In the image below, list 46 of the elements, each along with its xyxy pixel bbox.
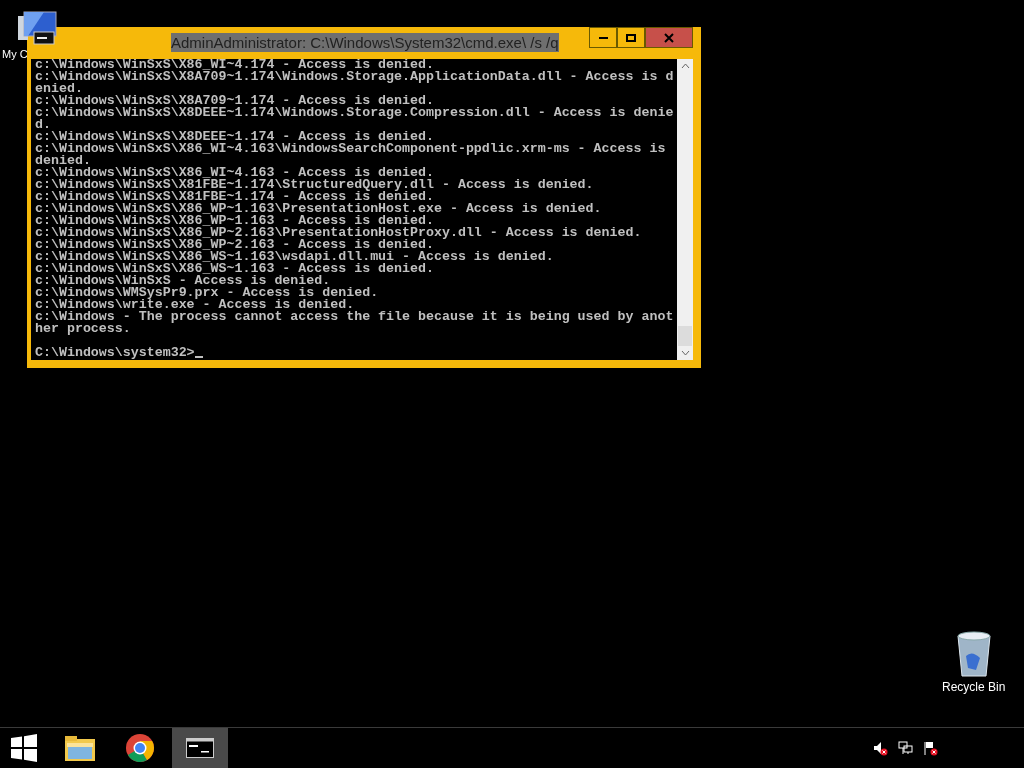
console-line: c:\Windows\WMSysPr9.prx - Access is denied. [35,287,380,299]
flag-icon[interactable] [923,740,938,756]
console-line: c:\Windows\WinSxS\X86_WP~2.163 - Access is denied. [35,239,434,251]
console-line: d. [35,119,51,131]
console-line: c:\Windows\WinSxS\X8A709~1.174 - Access is denied. [35,95,434,107]
scroll-thumb[interactable] [678,326,692,346]
taskbar-button[interactable] [172,728,228,768]
console-line: c:\Windows\WinSxS\X86_WS~1.163\wsdapi.dll.mui - Access is denied. [35,251,555,263]
console-line: c:\Windows\WinSxS\X86_WS~1.163 - Access is denied. [35,263,435,275]
minimize-button[interactable] [589,27,617,48]
command-prompt: C:\Windows\system32> [35,347,195,359]
network-icon[interactable] [898,740,913,756]
console-line: c:\Windows\WinSxS\X8DEEE~1.174 - Access is denied. [35,131,434,143]
console-line: c:\Windows\WinSxS\X86_WP~1.163\PresentationHost.exe - Access is denied. [35,203,603,215]
icon-label[interactable]: Recycle Bin [942,680,1006,694]
console-line: c:\Windows\WinSxS\X8A709~1.174\Windows.Storage.ApplicationData.dll - Access is d [35,71,675,83]
console-line: denied. [35,155,91,167]
console-line: c:\Windows\WinSxS\X81FBE~1.174 - Access is denied. [35,191,434,203]
minimize-icon [598,36,608,39]
console-line: c:\Windows\WinSxS\X86_WI~4.163\WindowsSearchComponent-ppdlic.xrm-ms - Access is [35,143,667,155]
console-line: c:\Windows\write.exe - Access is denied. [35,299,355,311]
console-line: c:\Windows - The process cannot access the file because it is being used by anot [35,311,675,323]
icon-label[interactable]: My C [2,48,28,60]
scroll-up-icon[interactable] [680,63,690,69]
console-line: c:\Windows\WinSxS\X86_WI~4.163 - Access is denied. [35,167,435,179]
close-button[interactable] [645,27,693,48]
close-icon [664,32,674,43]
console-line: c:\Windows\WinSxS\X86_WP~2.163\PresentationHostProxy.dll - Access is denied. [35,227,643,239]
console-line: c:\Windows\WinSxS\X81FBE~1.174\StructuredQuery.dll - Access is denied. [35,179,595,191]
scrollbar[interactable] [677,59,693,360]
console-line: c:\Windows\WinSxS - Access is denied. [35,275,331,287]
browser-icon [125,733,155,763]
console-line: enied. [35,83,83,95]
console-line: c:\Windows\WinSxS\X8DEEE~1.174\Windows.Storage.Compression.dll - Access is denie [35,107,675,119]
muted-volume-icon[interactable] [873,740,888,756]
console-line: c:\Windows\WinSxS\X86_WI~4.174 - Access is denied. [35,59,434,71]
maximize-button[interactable] [617,27,645,48]
text-cursor [194,356,203,358]
terminal-icon [186,738,214,758]
console-line: her process. [35,323,132,335]
maximize-icon [626,33,636,42]
scroll-down-icon[interactable] [680,350,690,356]
start-icon [11,734,37,762]
folder-icon [64,733,96,763]
console-line: c:\Windows\WinSxS\X86_WP~1.163 - Access is denied. [35,215,434,227]
window-title: AdminAdministrator: C:\Windows\System32\cmd.exe\ /s /q [171,33,559,52]
